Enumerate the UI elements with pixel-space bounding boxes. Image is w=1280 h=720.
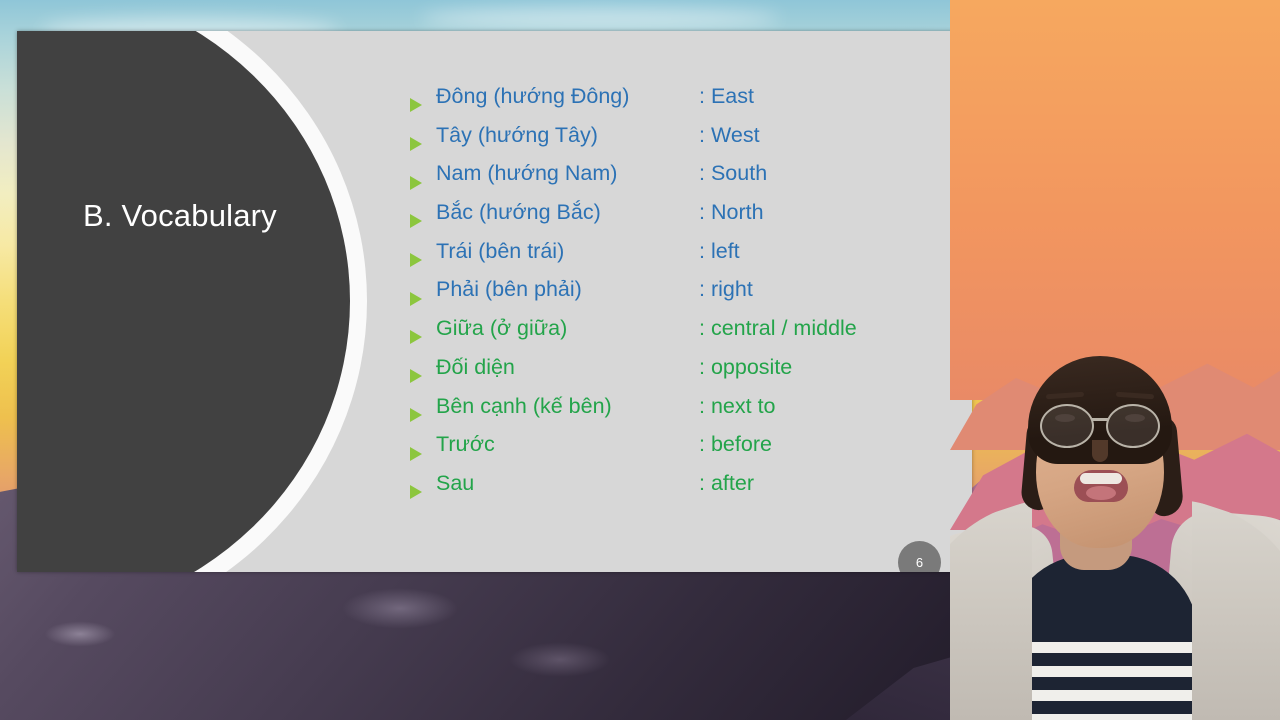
striped-shirt: [1008, 555, 1198, 720]
nose: [1092, 440, 1108, 462]
definition-text: East: [710, 84, 754, 108]
definition-text: right: [710, 277, 753, 302]
definition-text: opposite: [710, 354, 793, 379]
vocabulary-definition: : South: [699, 163, 950, 185]
separator-colon: :: [699, 161, 705, 186]
separator-colon: :: [699, 470, 705, 495]
vocabulary-definition: : West: [699, 122, 950, 147]
definition-text: South: [710, 161, 768, 186]
arrow-bullet-icon: [410, 214, 436, 229]
definition-text: next to: [710, 393, 776, 418]
arrow-bullet-icon: [410, 446, 436, 461]
vocabulary-row: Đối diện : opposite: [410, 354, 950, 396]
separator-colon: :: [699, 200, 705, 225]
vocabulary-definition: : left: [699, 238, 950, 263]
separator-colon: :: [699, 393, 705, 418]
arrow-bullet-icon: [410, 175, 436, 190]
vocabulary-row: Trái (bên trái) : left: [410, 238, 950, 280]
vocabulary-term: Giữa (ở giữa): [436, 316, 568, 341]
separator-colon: :: [699, 354, 705, 379]
vocabulary-definition: : central / middle: [699, 316, 950, 341]
vocabulary-definition: : North: [699, 200, 950, 225]
arrow-bullet-icon: [410, 291, 436, 306]
glasses-icon: [1038, 404, 1162, 448]
vocabulary-list: Đông (hướng Đông) : East Tây (hướng Tây)…: [410, 84, 950, 512]
vocabulary-term: Trái (bên trái): [436, 238, 565, 263]
arrow-bullet-icon: [410, 485, 436, 500]
vocabulary-definition: : after: [699, 470, 950, 495]
presenter-video: [950, 0, 1280, 720]
vocabulary-row: Bắc (hướng Bắc) : North: [410, 200, 950, 241]
vocabulary-row: Bên cạnh (kế bên) : next to: [410, 393, 950, 435]
separator-colon: :: [699, 122, 705, 147]
separator-colon: :: [699, 238, 705, 263]
vocabulary-definition: : before: [699, 432, 950, 457]
vocabulary-row: Đông (hướng Đông) : East: [410, 84, 950, 125]
vocabulary-term: Nam (hướng Nam): [436, 161, 618, 186]
vocabulary-term: Trước: [436, 432, 495, 457]
vocabulary-term: Tây (hướng Tây): [436, 122, 598, 147]
vocabulary-definition: : East: [699, 84, 950, 108]
cloud: [420, 8, 780, 30]
mouth: [1074, 470, 1128, 502]
arrow-bullet-icon: [410, 253, 436, 268]
definition-text: before: [710, 432, 772, 457]
presenter-person: [950, 320, 1280, 720]
vocabulary-term: Sau: [436, 470, 475, 495]
vocabulary-definition: : right: [699, 279, 950, 301]
definition-text: after: [710, 470, 754, 495]
shirt-stripes: [1008, 642, 1198, 720]
vocabulary-definition: : next to: [699, 393, 950, 418]
definition-text: left: [710, 238, 740, 263]
vocabulary-definition: : opposite: [699, 354, 950, 379]
screen: B. Vocabulary Đông (hướng Đông) : East T…: [0, 0, 1280, 720]
vocabulary-row: Nam (hướng Nam) : South: [410, 163, 950, 202]
separator-colon: :: [699, 277, 705, 302]
page-title: B. Vocabulary: [83, 198, 277, 233]
vocabulary-row: Sau : after: [410, 470, 950, 512]
arrow-bullet-icon: [410, 330, 436, 345]
vocabulary-term: Bên cạnh (kế bên): [436, 393, 612, 418]
vocabulary-term: Phải (bên phải): [436, 277, 582, 302]
vocabulary-row: Trước : before: [410, 432, 950, 473]
vocabulary-row: Giữa (ở giữa) : central / middle: [410, 316, 950, 357]
title-panel: [17, 31, 350, 572]
vocabulary-row: Tây (hướng Tây) : West: [410, 122, 950, 164]
arrow-bullet-icon: [410, 407, 436, 422]
separator-colon: :: [699, 84, 705, 108]
definition-text: North: [710, 200, 764, 225]
vocabulary-term: Đông (hướng Đông): [436, 84, 630, 108]
arrow-bullet-icon: [410, 98, 436, 113]
definition-text: West: [710, 122, 760, 147]
definition-text: central / middle: [710, 316, 857, 341]
vocabulary-term: Bắc (hướng Bắc): [436, 200, 601, 225]
arrow-bullet-icon: [410, 369, 436, 384]
vocabulary-term: Đối diện: [436, 354, 515, 379]
presentation-slide: B. Vocabulary Đông (hướng Đông) : East T…: [17, 31, 972, 572]
page-number-badge: 6: [898, 541, 941, 572]
arrow-bullet-icon: [410, 137, 436, 152]
vocabulary-row: Phải (bên phải) : right: [410, 279, 950, 318]
separator-colon: :: [699, 432, 705, 457]
separator-colon: :: [699, 316, 705, 341]
